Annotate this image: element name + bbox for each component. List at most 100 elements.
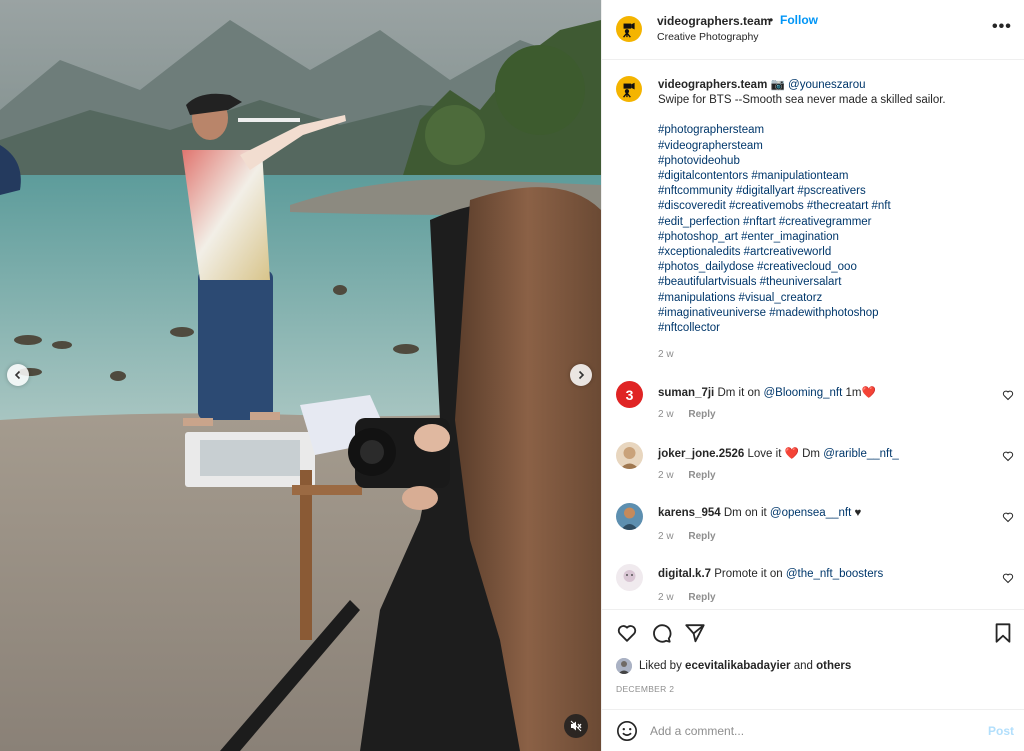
comment-item: joker_jone.2526 Love it ❤️ Dm @rarible__…: [602, 442, 1024, 503]
add-comment-bar: Post: [602, 709, 1024, 751]
avatar-photo: [616, 503, 643, 530]
commenter-username[interactable]: karens_954: [658, 507, 721, 519]
caption-timestamp[interactable]: 2 w: [658, 349, 674, 360]
comment-meta: 2 w Reply: [658, 531, 716, 542]
heart-icon[interactable]: [1002, 572, 1014, 584]
comment-body: Dm it on: [717, 387, 761, 399]
bookmark-icon[interactable]: [992, 622, 1014, 644]
caption-mention[interactable]: @youneszarou: [788, 79, 866, 91]
post-media[interactable]: [0, 0, 601, 751]
comment-input[interactable]: [650, 722, 970, 740]
comment-item: 3 suman_7ji Dm it on @Blooming_nft 1m❤️ …: [602, 381, 1024, 442]
comment-body: Promote it on: [714, 568, 783, 580]
liker-avatar[interactable]: [616, 658, 632, 674]
commenter-avatar[interactable]: [616, 442, 643, 469]
commenter-avatar[interactable]: [616, 564, 643, 591]
author-username[interactable]: videographers.team: [657, 14, 771, 28]
comment-item: digital.k.7 Promote it on @the_nft_boost…: [602, 564, 1024, 609]
author-avatar[interactable]: [616, 16, 642, 42]
mute-toggle-button[interactable]: [564, 714, 588, 738]
comment-mention[interactable]: @the_nft_boosters: [786, 568, 883, 580]
chevron-right-icon: [578, 370, 585, 380]
comment-meta: 2 w Reply: [658, 592, 716, 603]
heart-icon[interactable]: [616, 622, 638, 644]
hashtag-line[interactable]: #edit_perfection #nftart #creativegramme…: [658, 215, 1013, 230]
follow-button[interactable]: Follow: [780, 13, 818, 27]
reply-button[interactable]: Reply: [688, 409, 715, 420]
next-slide-button[interactable]: [570, 364, 592, 386]
heart-icon[interactable]: [1002, 389, 1014, 401]
hashtag-line[interactable]: #imaginativeuniverse #madewithphotoshop: [658, 306, 1013, 321]
liked-by-prefix: Liked by: [639, 660, 682, 672]
commenter-username[interactable]: joker_jone.2526: [658, 448, 744, 460]
hashtag-line[interactable]: #nftcollector: [658, 321, 1013, 336]
commenter-username[interactable]: suman_7ji: [658, 387, 714, 399]
comment-timestamp[interactable]: 2 w: [658, 470, 674, 481]
comment-text: joker_jone.2526 Love it ❤️ Dm @rarible__…: [658, 446, 899, 460]
hashtag-line[interactable]: #digitalcontentors #manipulationteam: [658, 169, 1013, 184]
avatar-badge-number: 3: [625, 386, 634, 403]
comments-scroll-area[interactable]: videographers.team 📷 @youneszarou Swipe …: [602, 61, 1024, 609]
speaker-muted-icon: [570, 720, 582, 732]
hashtag-list: #photographersteam #videographersteam #p…: [658, 123, 1013, 336]
caption-username[interactable]: videographers.team: [658, 79, 767, 91]
hashtag-line[interactable]: #photovideohub: [658, 154, 1013, 169]
liked-by-others[interactable]: others: [816, 660, 851, 672]
hashtag-line[interactable]: #photographersteam: [658, 123, 1013, 138]
comment-mention[interactable]: @rarible__nft_: [823, 448, 899, 460]
comment-timestamp[interactable]: 2 w: [658, 409, 674, 420]
instagram-post-view: videographers.team • Follow Creative Pho…: [0, 0, 1024, 751]
hashtag-line[interactable]: #videographersteam: [658, 139, 1013, 154]
likes-summary: Liked by ecevitalikabadayier and others: [616, 658, 851, 674]
avatar-photo: [616, 442, 643, 469]
separator-dot: •: [769, 13, 774, 27]
comment-body: Dm on it: [723, 507, 767, 519]
hashtag-line[interactable]: #xceptionaledits #artcreativeworld: [658, 245, 1013, 260]
comment-text: suman_7ji Dm it on @Blooming_nft 1m❤️: [658, 385, 876, 399]
hashtag-line[interactable]: #manipulations #visual_creatorz: [658, 291, 1013, 306]
comment-suffix: 1m❤️: [845, 387, 876, 399]
more-options-button[interactable]: •••: [992, 19, 1012, 35]
heart-icon[interactable]: [1002, 450, 1014, 462]
reply-button[interactable]: Reply: [688, 470, 715, 481]
reply-button[interactable]: Reply: [688, 531, 715, 542]
liked-by-user[interactable]: ecevitalikabadayier: [685, 660, 791, 672]
commenter-username[interactable]: digital.k.7: [658, 568, 711, 580]
avatar-photo: [616, 564, 643, 591]
comment-meta: 2 w Reply: [658, 470, 716, 481]
comment-timestamp[interactable]: 2 w: [658, 592, 674, 603]
commenter-avatar[interactable]: [616, 503, 643, 530]
camera-emoji-icon: 📷: [770, 79, 785, 91]
post-comment-button[interactable]: Post: [988, 724, 1014, 738]
previous-slide-button[interactable]: [7, 364, 29, 386]
reply-button[interactable]: Reply: [688, 592, 715, 603]
hashtag-line[interactable]: #photos_dailydose #creativecloud_ooo: [658, 260, 1013, 275]
hashtag-line[interactable]: #nftcommunity #digitallyart #pscreativer…: [658, 184, 1013, 199]
hashtag-line[interactable]: #beautifulartvisuals #theuniversalart: [658, 275, 1013, 290]
comment-body: Love it ❤️ Dm: [747, 448, 820, 460]
comment-text: karens_954 Dm on it @opensea__nft ♥: [658, 507, 861, 519]
smiley-icon[interactable]: [616, 720, 638, 742]
post-details-panel: videographers.team • Follow Creative Pho…: [601, 0, 1024, 751]
comment-mention[interactable]: @opensea__nft: [770, 507, 851, 519]
author-subtitle[interactable]: Creative Photography: [657, 31, 759, 43]
comment-timestamp[interactable]: 2 w: [658, 531, 674, 542]
hashtag-line[interactable]: #discoveredit #creativemobs #thecreatart…: [658, 199, 1013, 214]
hashtag-line[interactable]: #photoshop_art #enter_imagination: [658, 230, 1013, 245]
comment-suffix: ♥: [854, 507, 862, 519]
comment-mention[interactable]: @Blooming_nft: [763, 387, 842, 399]
camera-tripod-logo-icon: [622, 82, 635, 98]
post-actions: Liked by ecevitalikabadayier and others …: [602, 609, 1024, 713]
chevron-left-icon: [14, 370, 21, 380]
liked-by-and: and: [793, 660, 813, 672]
caption-author-avatar[interactable]: [616, 76, 642, 102]
heart-icon[interactable]: [1002, 511, 1014, 523]
camera-tripod-logo-icon: [622, 22, 635, 38]
comment-text: digital.k.7 Promote it on @the_nft_boost…: [658, 568, 883, 580]
commenter-avatar[interactable]: 3: [616, 381, 643, 408]
caption-text: Swipe for BTS --Smooth sea never made a …: [658, 94, 946, 107]
speech-bubble-icon[interactable]: [650, 622, 672, 644]
comment-meta: 2 w Reply: [658, 409, 716, 420]
paper-plane-icon[interactable]: [684, 622, 706, 644]
post-date[interactable]: DECEMBER 2: [616, 684, 674, 694]
